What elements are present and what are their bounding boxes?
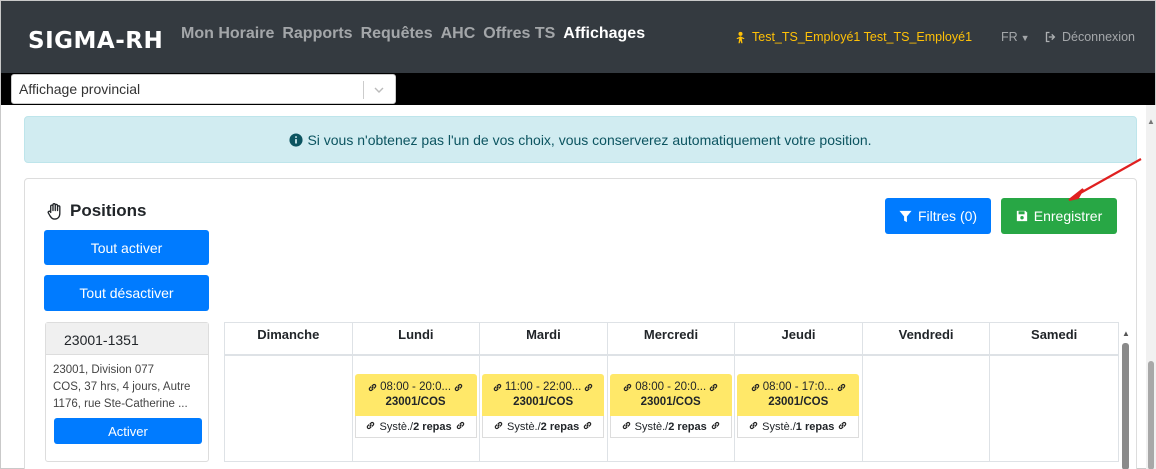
position-card-line: 1176, rue Ste-Catherine ... bbox=[53, 398, 188, 410]
link-icon bbox=[584, 421, 592, 430]
nav-link-affichages[interactable]: Affichages bbox=[563, 25, 645, 43]
day-cell-vendredi bbox=[863, 356, 991, 461]
caret-down-icon: ▼ bbox=[1020, 33, 1030, 43]
chevron-down-icon[interactable] bbox=[372, 83, 386, 97]
shift-time: 11:00 - 22:00... bbox=[504, 381, 582, 393]
info-alert: Si vous n'obtenez pas l'un de vos choix,… bbox=[24, 116, 1137, 163]
top-navbar: SIGMA-RH Mon Horaire Rapports Requêtes A… bbox=[1, 1, 1155, 73]
hand-pointer-icon bbox=[47, 202, 61, 220]
shift-code: 23001/COS bbox=[385, 396, 446, 408]
sign-out-icon bbox=[1045, 31, 1056, 43]
scroll-up-icon[interactable]: ▲ bbox=[1147, 117, 1155, 126]
calendar-body: 08:00 - 20:0... 23001/COS Systè./2 repas… bbox=[225, 356, 1118, 461]
annotation-arrow bbox=[1068, 158, 1142, 201]
day-header-mardi: Mardi bbox=[480, 323, 608, 354]
link-icon bbox=[367, 421, 375, 430]
positions-heading: Positions bbox=[45, 201, 147, 221]
shift-time: 08:00 - 17:0... bbox=[762, 381, 834, 393]
calendar-header: Dimanche Lundi Mardi Mercredi Jeudi Vend… bbox=[225, 323, 1118, 356]
day-header-lundi: Lundi bbox=[353, 323, 481, 354]
nav-link-requetes[interactable]: Requêtes bbox=[361, 25, 433, 43]
brand-logo[interactable]: SIGMA-RH bbox=[28, 28, 163, 54]
affichage-select[interactable]: Affichage provincial bbox=[11, 74, 396, 104]
link-icon bbox=[837, 383, 845, 392]
shift-code: 23001/COS bbox=[513, 396, 574, 408]
link-icon bbox=[493, 383, 502, 392]
save-icon bbox=[1016, 210, 1027, 222]
day-header-dimanche: Dimanche bbox=[225, 323, 353, 354]
shift-system: Systè./ bbox=[507, 421, 541, 433]
position-card: 23001-1351 23001, Division 077 COS, 37 h… bbox=[45, 322, 209, 462]
link-icon bbox=[709, 383, 718, 392]
save-label: Enregistrer bbox=[1033, 208, 1103, 224]
day-header-samedi: Samedi bbox=[1031, 327, 1078, 342]
position-card-line: 23001, Division 077 bbox=[53, 364, 155, 376]
deactivate-all-button[interactable]: Tout désactiver bbox=[44, 275, 209, 311]
nav-link-offres-ts[interactable]: Offres TS bbox=[483, 25, 555, 43]
link-icon bbox=[749, 421, 758, 430]
day-cell-samedi bbox=[990, 356, 1118, 461]
shift-meals: 2 repas bbox=[413, 421, 452, 433]
activate-position-button[interactable]: Activer bbox=[54, 418, 202, 444]
shift-meals: 2 repas bbox=[540, 421, 580, 433]
filters-button[interactable]: Filtres (0) bbox=[885, 198, 991, 234]
shift-block[interactable]: 08:00 - 20:0... 23001/COS Systè./2 repas bbox=[609, 374, 732, 438]
shift-block[interactable]: 08:00 - 17:0... 23001/COS Systè./1 repas bbox=[737, 374, 860, 438]
info-circle-icon bbox=[289, 133, 303, 147]
link-icon bbox=[622, 421, 630, 430]
link-icon bbox=[585, 383, 593, 392]
filters-label: Filtres (0) bbox=[917, 208, 978, 224]
shift-time: 08:00 - 20:0... bbox=[635, 381, 707, 393]
activate-all-button[interactable]: Tout activer bbox=[44, 230, 209, 265]
nav-link-mon-horaire[interactable]: Mon Horaire bbox=[181, 25, 274, 43]
main-nav: Mon Horaire Rapports Requêtes AHC Offres… bbox=[181, 25, 645, 43]
nav-link-rapports[interactable]: Rapports bbox=[282, 25, 352, 43]
info-alert-text: Si vous n'obtenez pas l'un de vos choix,… bbox=[307, 132, 872, 148]
calendar-scrollbar-thumb[interactable] bbox=[1122, 343, 1129, 469]
logout-label: Déconnexion bbox=[1062, 30, 1135, 44]
language-label: FR bbox=[1001, 30, 1018, 44]
shift-meals: 2 repas bbox=[668, 421, 707, 433]
positions-title: Positions bbox=[70, 201, 147, 220]
shift-block[interactable]: 08:00 - 20:0... 23001/COS Systè./2 repas bbox=[354, 374, 477, 438]
logout-link[interactable]: Déconnexion bbox=[1045, 30, 1135, 44]
link-icon bbox=[711, 421, 720, 430]
link-icon bbox=[623, 383, 632, 392]
shift-block[interactable]: 11:00 - 22:00... 23001/COS Systè./2 repa… bbox=[482, 374, 605, 438]
affichage-select-value: Affichage provincial bbox=[19, 81, 141, 97]
link-icon bbox=[751, 383, 760, 392]
user-name: Test_TS_Employé1 Test_TS_Employé1 bbox=[752, 30, 973, 44]
shift-system: Systè./ bbox=[379, 421, 414, 433]
language-dropdown[interactable]: FR ▼ bbox=[1001, 30, 1030, 44]
page-scrollbar-thumb[interactable] bbox=[1148, 361, 1154, 469]
day-cell-dimanche bbox=[225, 356, 353, 461]
link-icon bbox=[494, 421, 503, 430]
shift-code: 23001/COS bbox=[640, 396, 701, 408]
nav-link-ahc[interactable]: AHC bbox=[441, 25, 476, 43]
day-header-jeudi: Jeudi bbox=[735, 323, 863, 354]
day-cell-mercredi: 08:00 - 20:0... 23001/COS Systè./2 repas bbox=[608, 356, 736, 461]
day-cell-lundi: 08:00 - 20:0... 23001/COS Systè./2 repas bbox=[353, 356, 481, 461]
day-header-vendredi: Vendredi bbox=[863, 323, 991, 354]
shift-system: Systè./ bbox=[762, 421, 796, 433]
day-cell-mardi: 11:00 - 22:00... 23001/COS Systè./2 repa… bbox=[480, 356, 608, 461]
filter-icon bbox=[899, 210, 912, 222]
day-header-mercredi: Mercredi bbox=[608, 323, 736, 354]
shift-code: 23001/COS bbox=[768, 396, 829, 408]
shift-meals: 1 repas bbox=[795, 421, 835, 433]
link-icon bbox=[368, 383, 377, 392]
shift-system: Systè./ bbox=[634, 421, 669, 433]
link-icon bbox=[454, 383, 463, 392]
select-separator bbox=[363, 81, 364, 99]
day-cell-jeudi: 08:00 - 17:0... 23001/COS Systè./1 repas bbox=[735, 356, 863, 461]
link-icon bbox=[456, 421, 464, 430]
link-icon bbox=[839, 421, 847, 430]
shift-time: 08:00 - 20:0... bbox=[380, 381, 452, 393]
position-card-header: 23001-1351 bbox=[46, 323, 208, 355]
user-menu[interactable]: Test_TS_Employé1 Test_TS_Employé1 bbox=[734, 30, 972, 44]
week-calendar: Dimanche Lundi Mardi Mercredi Jeudi Vend… bbox=[224, 322, 1119, 462]
position-card-line: COS, 37 hrs, 4 jours, Autre bbox=[53, 381, 191, 393]
calendar-scroll-up-icon[interactable]: ▲ bbox=[1122, 329, 1130, 338]
user-icon bbox=[736, 31, 745, 43]
